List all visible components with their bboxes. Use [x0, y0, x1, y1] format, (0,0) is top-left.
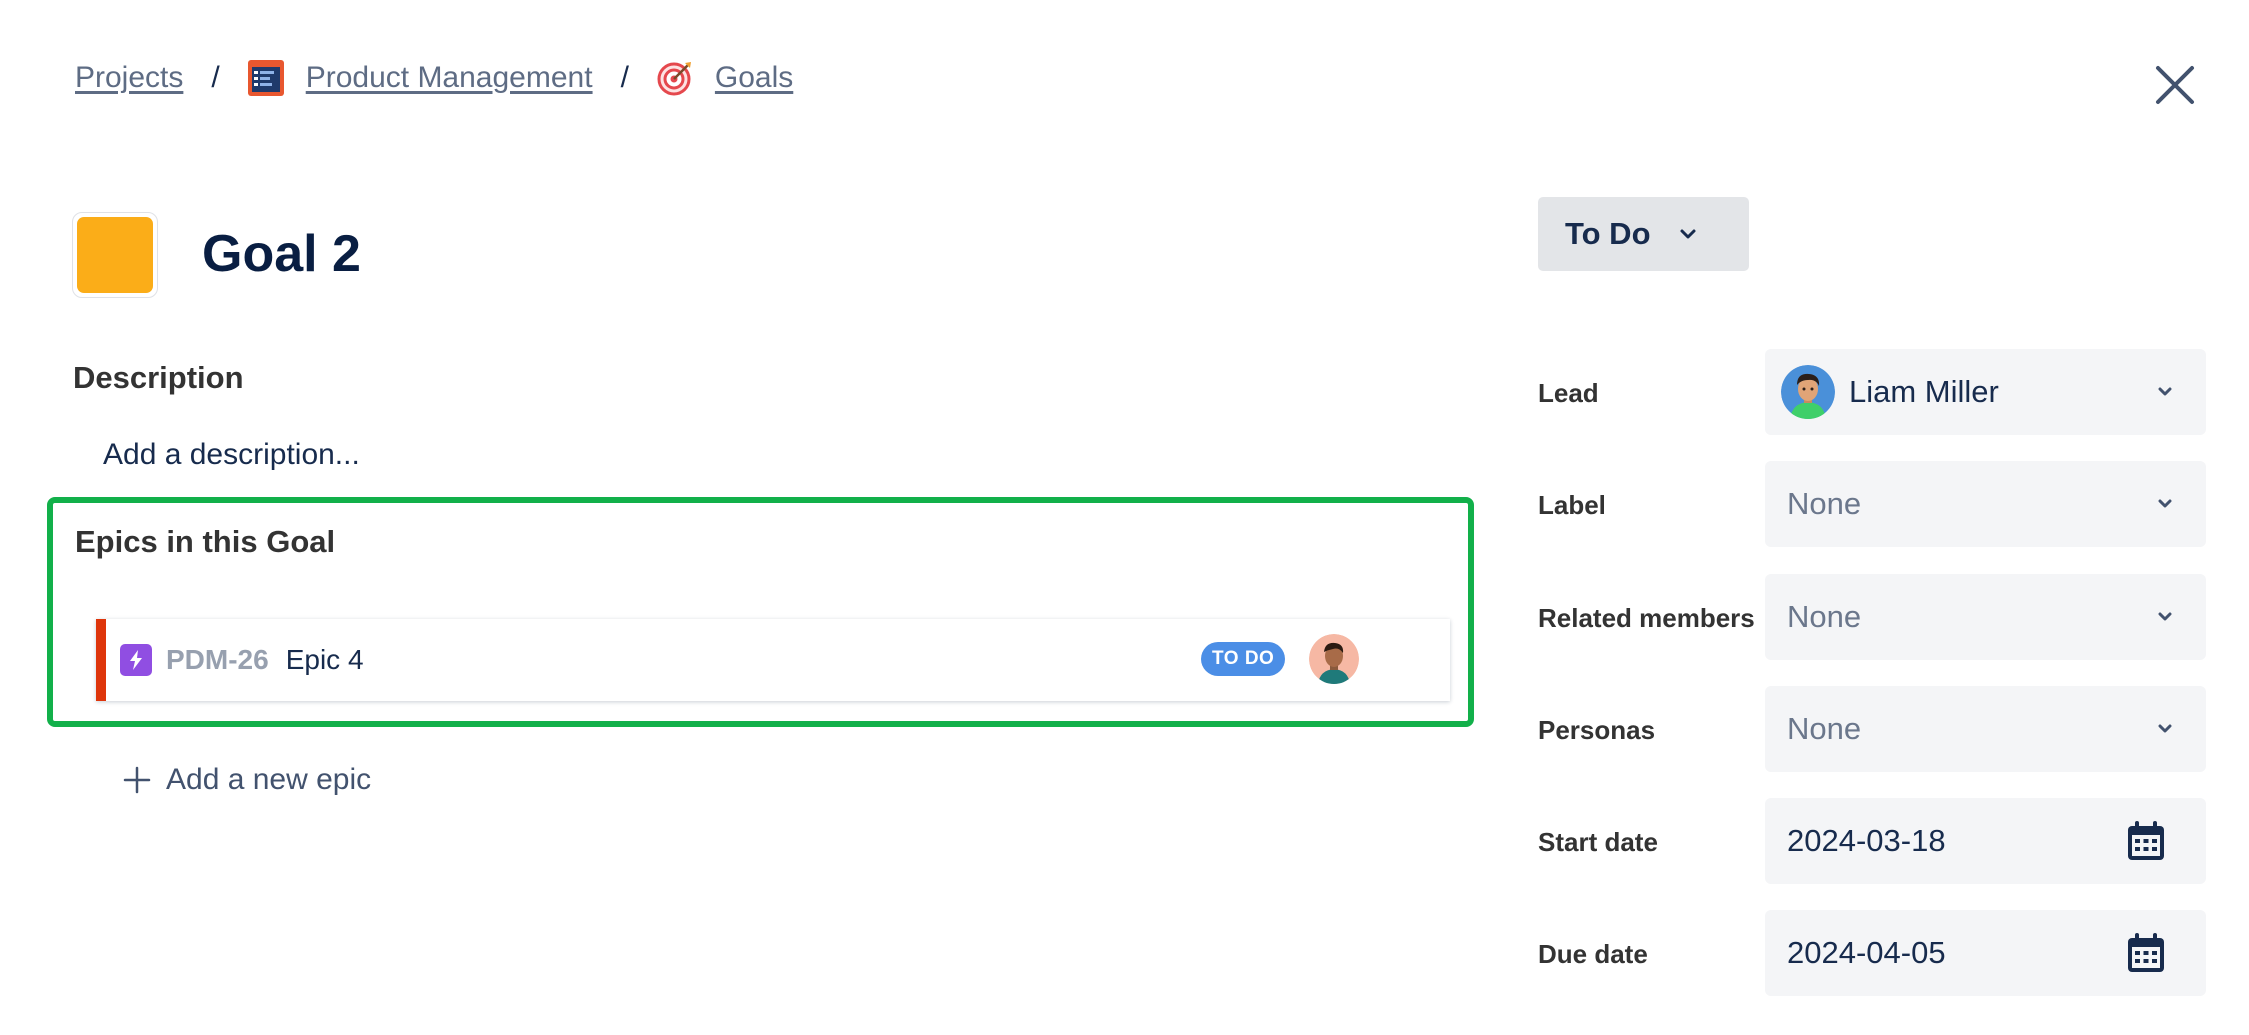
related-members-value: None [1787, 599, 1862, 634]
lead-select[interactable]: Liam Miller [1765, 349, 2206, 435]
chevron-down-icon [2158, 499, 2172, 508]
page-title[interactable]: Goal 2 [202, 222, 361, 286]
close-icon [2156, 66, 2194, 104]
epics-heading: Epics in this Goal [75, 524, 336, 559]
start-date-label: Start date [1538, 827, 1658, 857]
lightning-icon [120, 644, 152, 676]
chevron-down-icon [1680, 229, 1696, 239]
status-badge: TO DO [1201, 642, 1286, 676]
status-label: To Do [1565, 216, 1651, 251]
label-label: Label [1538, 490, 1606, 520]
description-heading: Description [73, 360, 244, 395]
start-date-value: 2024-03-18 [1787, 823, 1946, 858]
lead-value: Liam Miller [1849, 374, 1999, 409]
product-management-icon [247, 60, 284, 96]
status-dropdown[interactable]: To Do [1538, 197, 1749, 271]
calendar-icon[interactable] [2126, 932, 2166, 974]
breadcrumb-goals-link[interactable]: Goals [715, 61, 793, 95]
breadcrumb-product-management-link[interactable]: Product Management [306, 61, 593, 95]
breadcrumb-separator: / [211, 61, 220, 94]
avatar [1781, 365, 1835, 419]
breadcrumb-separator: / [620, 61, 629, 94]
lead-label: Lead [1538, 378, 1599, 408]
due-date-picker[interactable]: 2024-04-05 [1765, 910, 2206, 996]
description-input[interactable]: Add a description... [103, 438, 360, 472]
avatar[interactable] [1309, 634, 1359, 684]
chevron-down-icon [2158, 387, 2172, 396]
personas-label: Personas [1538, 715, 1656, 745]
plus-icon [123, 766, 151, 794]
breadcrumb: Projects / Product Management / Goals [75, 52, 793, 104]
epic-list-item[interactable]: PDM-26 Epic 4 TO DO [96, 619, 1450, 701]
label-value: None [1787, 486, 1862, 521]
close-button[interactable] [2150, 60, 2200, 110]
goals-target-icon [657, 60, 693, 96]
epic-key[interactable]: PDM-26 [166, 644, 269, 676]
personas-value: None [1787, 711, 1862, 746]
goal-color-fill [77, 217, 153, 293]
add-epic-label: Add a new epic [166, 763, 372, 796]
related-members-label: Related members [1538, 603, 1755, 633]
add-epic-button[interactable]: Add a new epic [122, 760, 371, 800]
start-date-picker[interactable]: 2024-03-18 [1765, 798, 2206, 884]
related-members-select[interactable]: None [1765, 574, 2206, 660]
chevron-down-icon [2158, 724, 2172, 733]
breadcrumb-projects-link[interactable]: Projects [75, 61, 183, 95]
goal-color-swatch[interactable] [72, 212, 158, 298]
due-date-label: Due date [1538, 939, 1648, 969]
chevron-down-icon [2158, 612, 2172, 621]
due-date-value: 2024-04-05 [1787, 935, 1946, 970]
label-select[interactable]: None [1765, 461, 2206, 547]
epic-name[interactable]: Epic 4 [286, 644, 364, 676]
calendar-icon[interactable] [2126, 820, 2166, 862]
personas-select[interactable]: None [1765, 686, 2206, 772]
